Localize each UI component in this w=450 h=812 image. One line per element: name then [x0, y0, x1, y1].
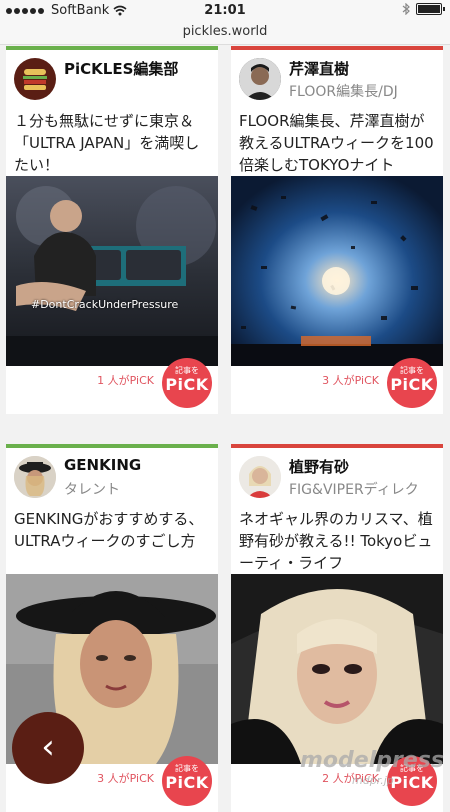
- pick-count: 3 人がPiCK: [97, 772, 154, 785]
- article-title[interactable]: GENKINGがおすすめする、ULTRAウィークのすごし方: [6, 506, 218, 574]
- card-author: 芹澤直樹 FLOOR編集長/DJ: [231, 50, 443, 108]
- author-role: タレント: [64, 482, 120, 498]
- url-bar[interactable]: pickles.world: [0, 22, 450, 45]
- avatar: [239, 456, 281, 498]
- card-author: 植野有砂 FIG&VIPERディレク: [231, 448, 443, 506]
- article-title[interactable]: １分も無駄にせずに東京＆「ULTRA JAPAN」を満喫したい！: [6, 108, 218, 176]
- person-portrait-icon: [239, 58, 281, 100]
- bluetooth-icon: [402, 3, 410, 15]
- festival-photo-image: [231, 176, 443, 366]
- article-title[interactable]: ネオギャル界のカリスマ、植野有砂が教える!! Tokyoビューティ・ライフ: [231, 506, 443, 574]
- pick-button-label: PiCK: [390, 375, 434, 394]
- avatar: [239, 58, 281, 100]
- watermark: modelpress: [300, 748, 444, 773]
- author-name[interactable]: 植野有砂: [289, 456, 349, 477]
- image-caption: #DontCrackUnderPressure: [31, 298, 179, 311]
- card-footer: 3 人がPiCK 記事を PiCK: [231, 358, 443, 414]
- watermark-sub: mdpr.jp: [352, 774, 394, 787]
- card-author: PiCKLES編集部: [6, 50, 218, 108]
- pick-button[interactable]: 記事を PiCK: [162, 358, 212, 408]
- person-portrait-icon: [239, 456, 281, 498]
- pick-count: 1 人がPiCK: [97, 374, 154, 387]
- pick-count: 3 人がPiCK: [322, 374, 379, 387]
- article-photo[interactable]: [231, 176, 443, 366]
- pick-button[interactable]: 記事を PiCK: [387, 358, 437, 408]
- article-card[interactable]: PiCKLES編集部 １分も無駄にせずに東京＆「ULTRA JAPAN」を満喫し…: [6, 46, 218, 414]
- author-name[interactable]: PiCKLES編集部: [64, 58, 178, 79]
- pick-button-label: PiCK: [165, 375, 209, 394]
- author-role: FLOOR編集長/DJ: [289, 84, 398, 100]
- dj-photo-image: [6, 176, 218, 366]
- card-author: GENKING タレント: [6, 448, 218, 506]
- author-name[interactable]: GENKING: [64, 456, 141, 474]
- avatar: [14, 58, 56, 100]
- article-photo[interactable]: #DontCrackUnderPressure: [6, 176, 218, 366]
- back-button[interactable]: ‹: [12, 712, 84, 784]
- clock: 21:01: [204, 3, 246, 18]
- url-domain: pickles.world: [182, 24, 268, 39]
- person-portrait-icon: [14, 456, 56, 498]
- card-footer: 1 人がPiCK 記事を PiCK: [6, 358, 218, 414]
- author-name[interactable]: 芹澤直樹: [289, 58, 349, 79]
- pick-button[interactable]: 記事を PiCK: [162, 756, 212, 806]
- pick-button-label: PiCK: [165, 773, 209, 792]
- article-photo[interactable]: [231, 574, 443, 764]
- pick-button-caption: 記事を: [400, 366, 424, 375]
- article-card[interactable]: 芹澤直樹 FLOOR編集長/DJ FLOOR編集長、芹澤直樹が教えるULTRAウ…: [231, 46, 443, 414]
- chevron-left-icon: ‹: [41, 727, 55, 767]
- pick-button-caption: 記事を: [175, 366, 199, 375]
- pick-button-caption: 記事を: [175, 764, 199, 773]
- status-bar: SoftBank 21:01: [0, 0, 450, 22]
- pick-button-label: PiCK: [390, 773, 434, 792]
- battery-icon: [416, 3, 445, 15]
- portrait-photo-image: [231, 574, 443, 764]
- avatar: [14, 456, 56, 498]
- article-title[interactable]: FLOOR編集長、芹澤直樹が教えるULTRAウィークを100倍楽しむTOKYOナ…: [231, 108, 443, 176]
- author-role: FIG&VIPERディレク: [289, 482, 419, 498]
- burger-logo-icon: [23, 69, 47, 90]
